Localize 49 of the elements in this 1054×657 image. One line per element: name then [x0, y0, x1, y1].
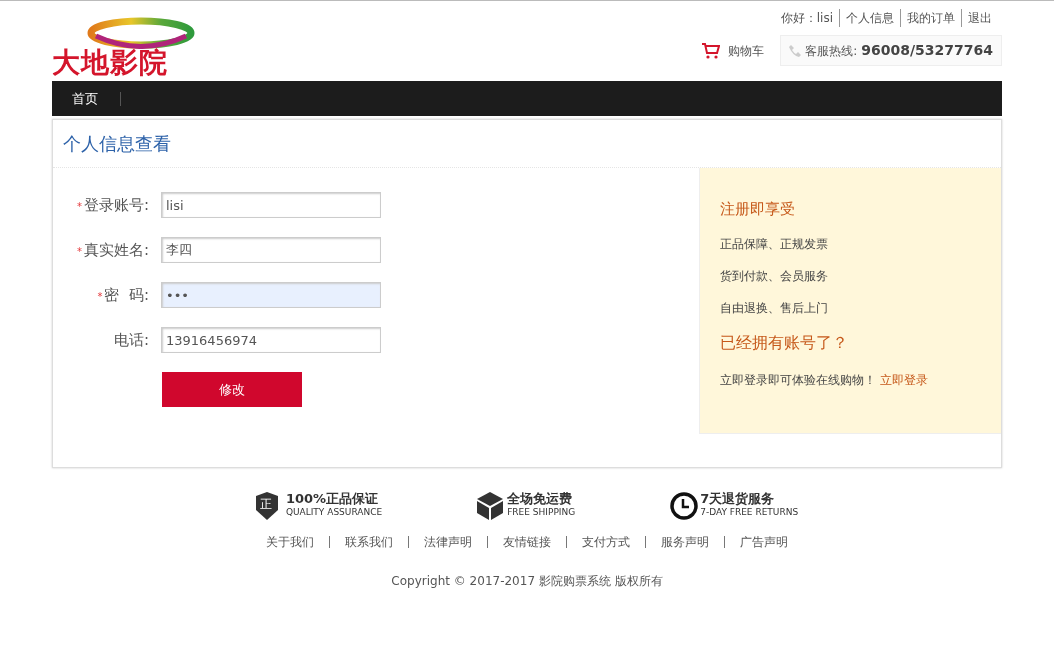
copyright-text: Copyright © 2017-2017 影院购票系统 版权所有	[390, 572, 664, 590]
login-heading: 已经拥有账号了？	[720, 331, 849, 354]
guarantee-title: 7天退货服务	[700, 491, 776, 506]
top-link[interactable]: 个人信息	[839, 9, 900, 27]
footer-link[interactable]: 支付方式	[566, 535, 645, 548]
password-field[interactable]: •••	[161, 282, 381, 308]
field-label-text: 登录账号:	[83, 195, 149, 214]
shield-icon	[255, 491, 278, 520]
required-mark: *	[76, 245, 82, 257]
submit-button[interactable]: 修改	[162, 372, 302, 407]
cube-icon	[477, 491, 504, 520]
benefit-text: 自由退换、售后上门	[720, 299, 829, 317]
phone-icon	[789, 44, 802, 57]
field-label-text: 密 码:	[104, 285, 149, 304]
footer-link[interactable]: 友情链接	[487, 535, 566, 548]
hotline-label: 客服热线:	[805, 42, 858, 60]
required-mark: *	[97, 290, 103, 302]
guarantee-title: 100%正品保证	[285, 491, 380, 506]
footer-link[interactable]: 关于我们	[251, 535, 329, 548]
benefit-text: 正品保障、正规发票	[720, 235, 829, 253]
cart-link[interactable]: 购物车	[702, 41, 765, 60]
footer-link[interactable]: 联系我们	[329, 535, 408, 548]
top-link[interactable]: 我的订单	[900, 9, 961, 27]
cart-icon	[702, 42, 721, 59]
nav-tab[interactable]: 首页	[52, 91, 121, 106]
benefit-text: 货到付款、会员服务	[720, 267, 829, 285]
login-prompt: 立即登录即可体验在线购物！	[720, 372, 876, 387]
input-field[interactable]: 李四	[161, 237, 381, 263]
guarantee-subtitle: FREE SHIPPING	[507, 505, 576, 519]
clock-icon	[670, 491, 699, 520]
field-label-text: 电话:	[113, 330, 149, 349]
footer-link[interactable]: 法律声明	[408, 535, 487, 548]
logo-text: 大地影院	[52, 49, 169, 77]
shield-glyph: 正	[259, 497, 272, 510]
input-field[interactable]: 13916456974	[161, 327, 381, 353]
top-link[interactable]: 退出	[961, 9, 998, 27]
footer-link[interactable]: 广告声明	[724, 535, 803, 548]
field-label-text: 真实姓名:	[83, 240, 149, 259]
hotline-number: 96008/53277764	[861, 41, 993, 60]
guarantee-subtitle: QUALITY ASSURANCE	[285, 505, 383, 519]
required-mark: *	[76, 200, 82, 212]
ring-logo-icon	[86, 17, 196, 49]
input-field[interactable]: lisi	[161, 192, 381, 218]
login-link[interactable]: 立即登录	[879, 372, 928, 387]
greeting-text: 你好：lisi	[779, 10, 834, 27]
guarantee-subtitle: 7-DAY FREE RETURNS	[700, 506, 799, 519]
guarantee-title: 全场免运费	[507, 491, 574, 506]
footer-link[interactable]: 服务声明	[645, 535, 724, 548]
benefits-heading: 注册即享受	[720, 199, 796, 220]
